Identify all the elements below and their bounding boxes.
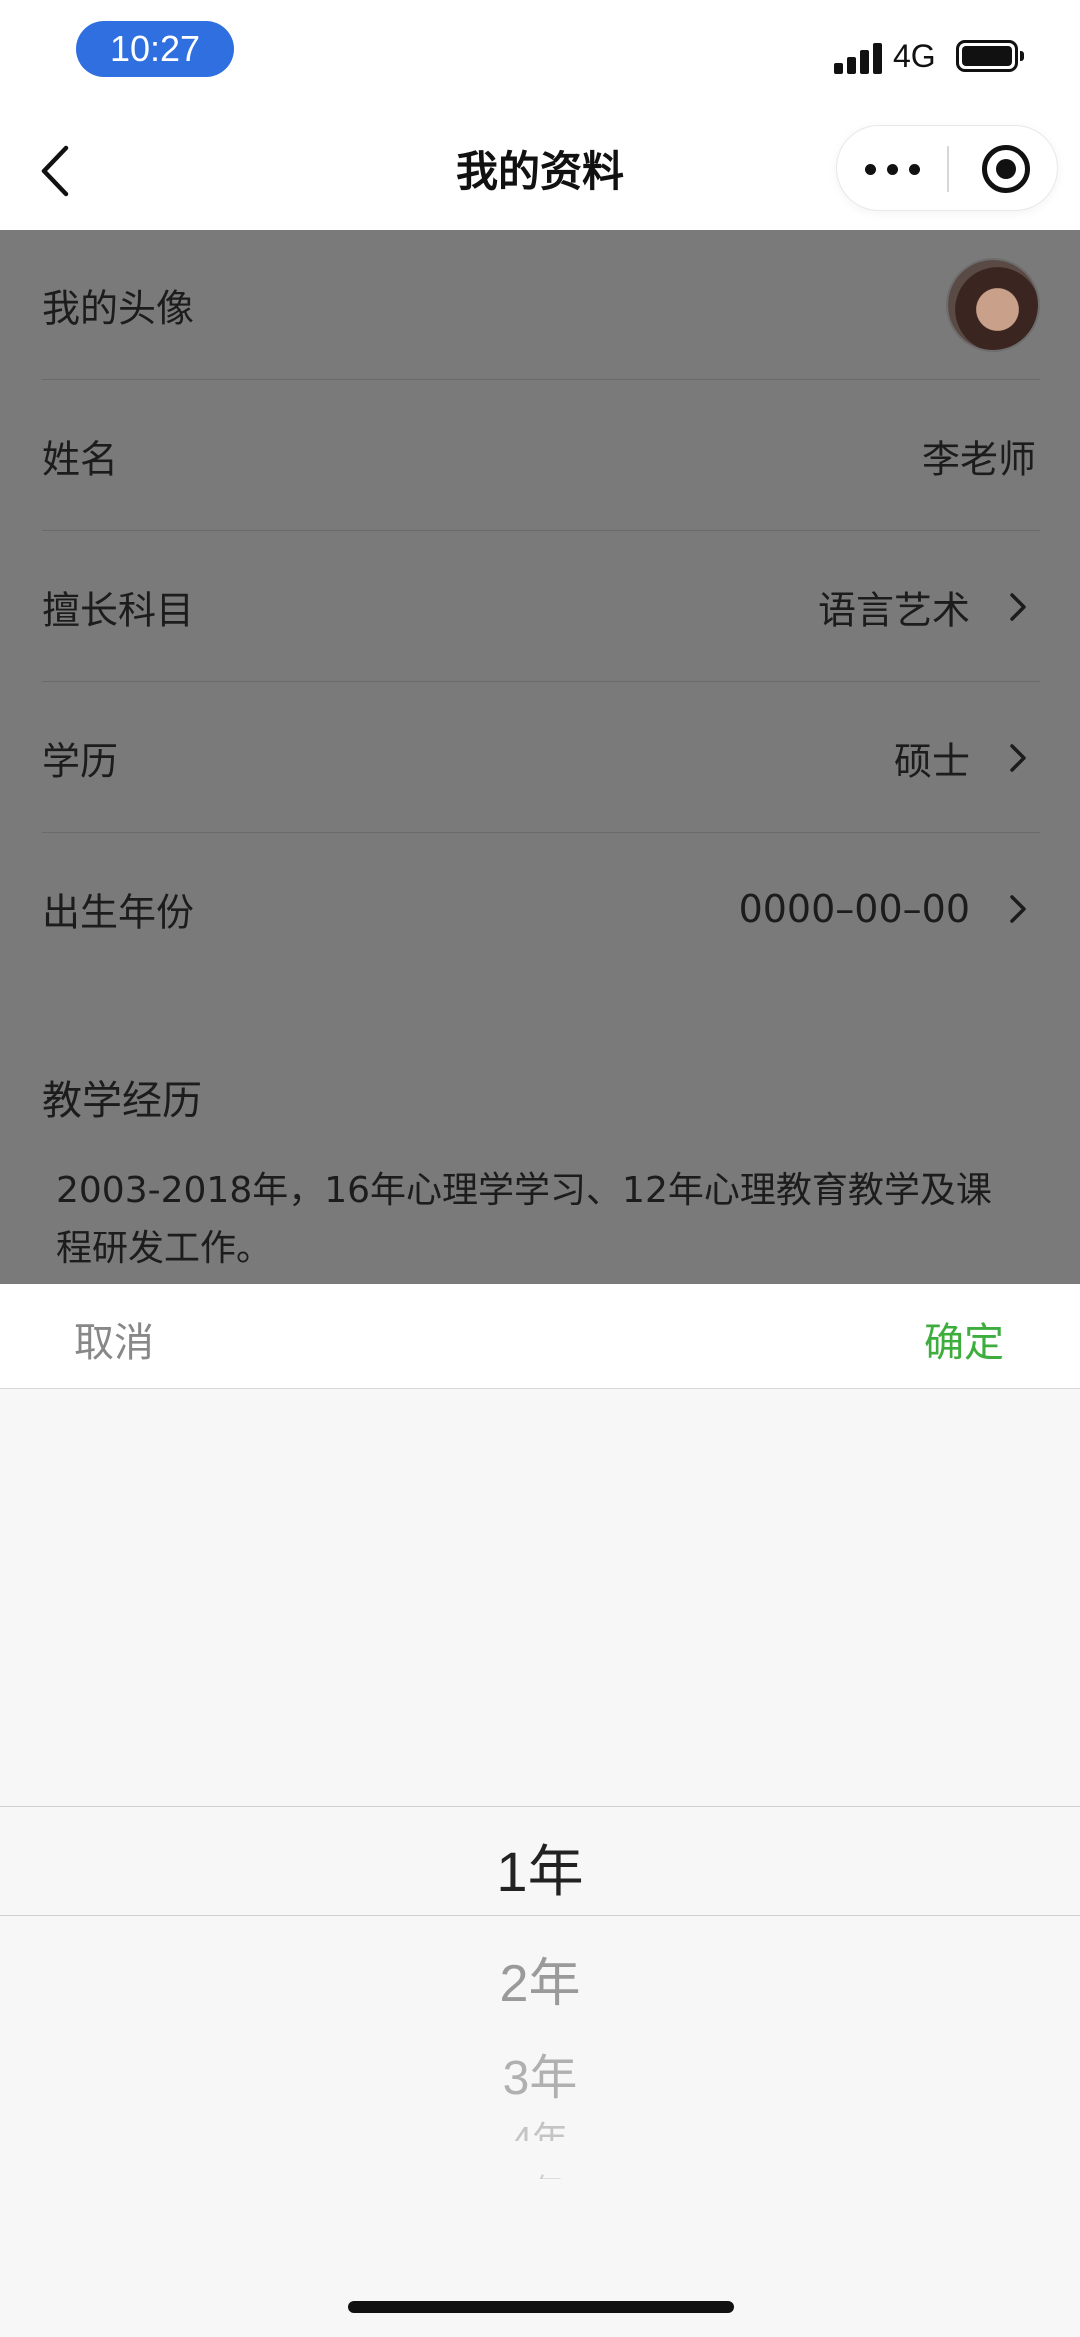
avatar-label: 我的头像 xyxy=(42,286,195,331)
picker-option[interactable]: 2年 xyxy=(0,1941,1080,2016)
battery-icon xyxy=(956,40,1024,72)
network-type: 4G xyxy=(893,38,936,74)
capsule-divider xyxy=(947,146,949,192)
confirm-button[interactable]: 确定 xyxy=(924,1310,1004,1368)
close-miniprogram-icon[interactable] xyxy=(982,145,1030,193)
birth-year-label: 出生年份 xyxy=(42,890,195,935)
picker-option[interactable]: 3年 xyxy=(0,2038,1080,2108)
year-picker-wheel[interactable]: 1年 2年 3年 4年 5年 xyxy=(0,1389,1080,2337)
experience-title: 教学经历 xyxy=(42,1078,202,1124)
picker-option[interactable]: 4年 xyxy=(0,2111,1080,2141)
nav-bar: 我的资料 xyxy=(0,112,1080,230)
miniprogram-capsule xyxy=(836,125,1058,211)
home-indicator xyxy=(348,2301,734,2313)
name-row: 姓名 李老师 xyxy=(42,381,1040,531)
experience-text: 2003-2018年，16年心理学学习、12年心理教育教学及课程研发工作。 xyxy=(56,1170,992,1269)
name-value: 李老师 xyxy=(921,437,1036,482)
picker-toolbar: 取消 确定 xyxy=(0,1284,1080,1389)
profile-list: 我的头像 姓名 李老师 擅长科目 语言艺术 学历 硕士 出生年份 0000–00… xyxy=(0,230,1080,1284)
subject-value: 语言艺术 xyxy=(817,588,970,633)
chevron-right-icon xyxy=(1004,889,1032,929)
subject-row[interactable]: 擅长科目 语言艺术 xyxy=(42,532,1040,682)
more-icon[interactable] xyxy=(865,152,925,186)
status-time: 10:27 xyxy=(76,21,234,77)
education-value: 硕士 xyxy=(893,739,970,784)
avatar-row[interactable]: 我的头像 xyxy=(42,230,1040,380)
picker-option[interactable]: 1年 xyxy=(0,1827,1080,1908)
chevron-right-icon xyxy=(1004,587,1032,627)
chevron-right-icon xyxy=(1004,738,1032,778)
education-label: 学历 xyxy=(42,739,119,784)
cancel-button[interactable]: 取消 xyxy=(74,1310,154,1368)
education-row[interactable]: 学历 硕士 xyxy=(42,683,1040,833)
birth-year-row[interactable]: 出生年份 0000–00–00 xyxy=(42,834,1040,984)
birth-year-value: 0000–00–00 xyxy=(738,887,970,931)
status-bar: 10:27 4G xyxy=(0,0,1080,112)
picker-option[interactable]: 5年 xyxy=(0,2165,1080,2179)
name-label: 姓名 xyxy=(42,437,119,482)
subject-label: 擅长科目 xyxy=(42,588,195,633)
avatar[interactable] xyxy=(948,260,1038,350)
signal-icon xyxy=(834,42,882,74)
